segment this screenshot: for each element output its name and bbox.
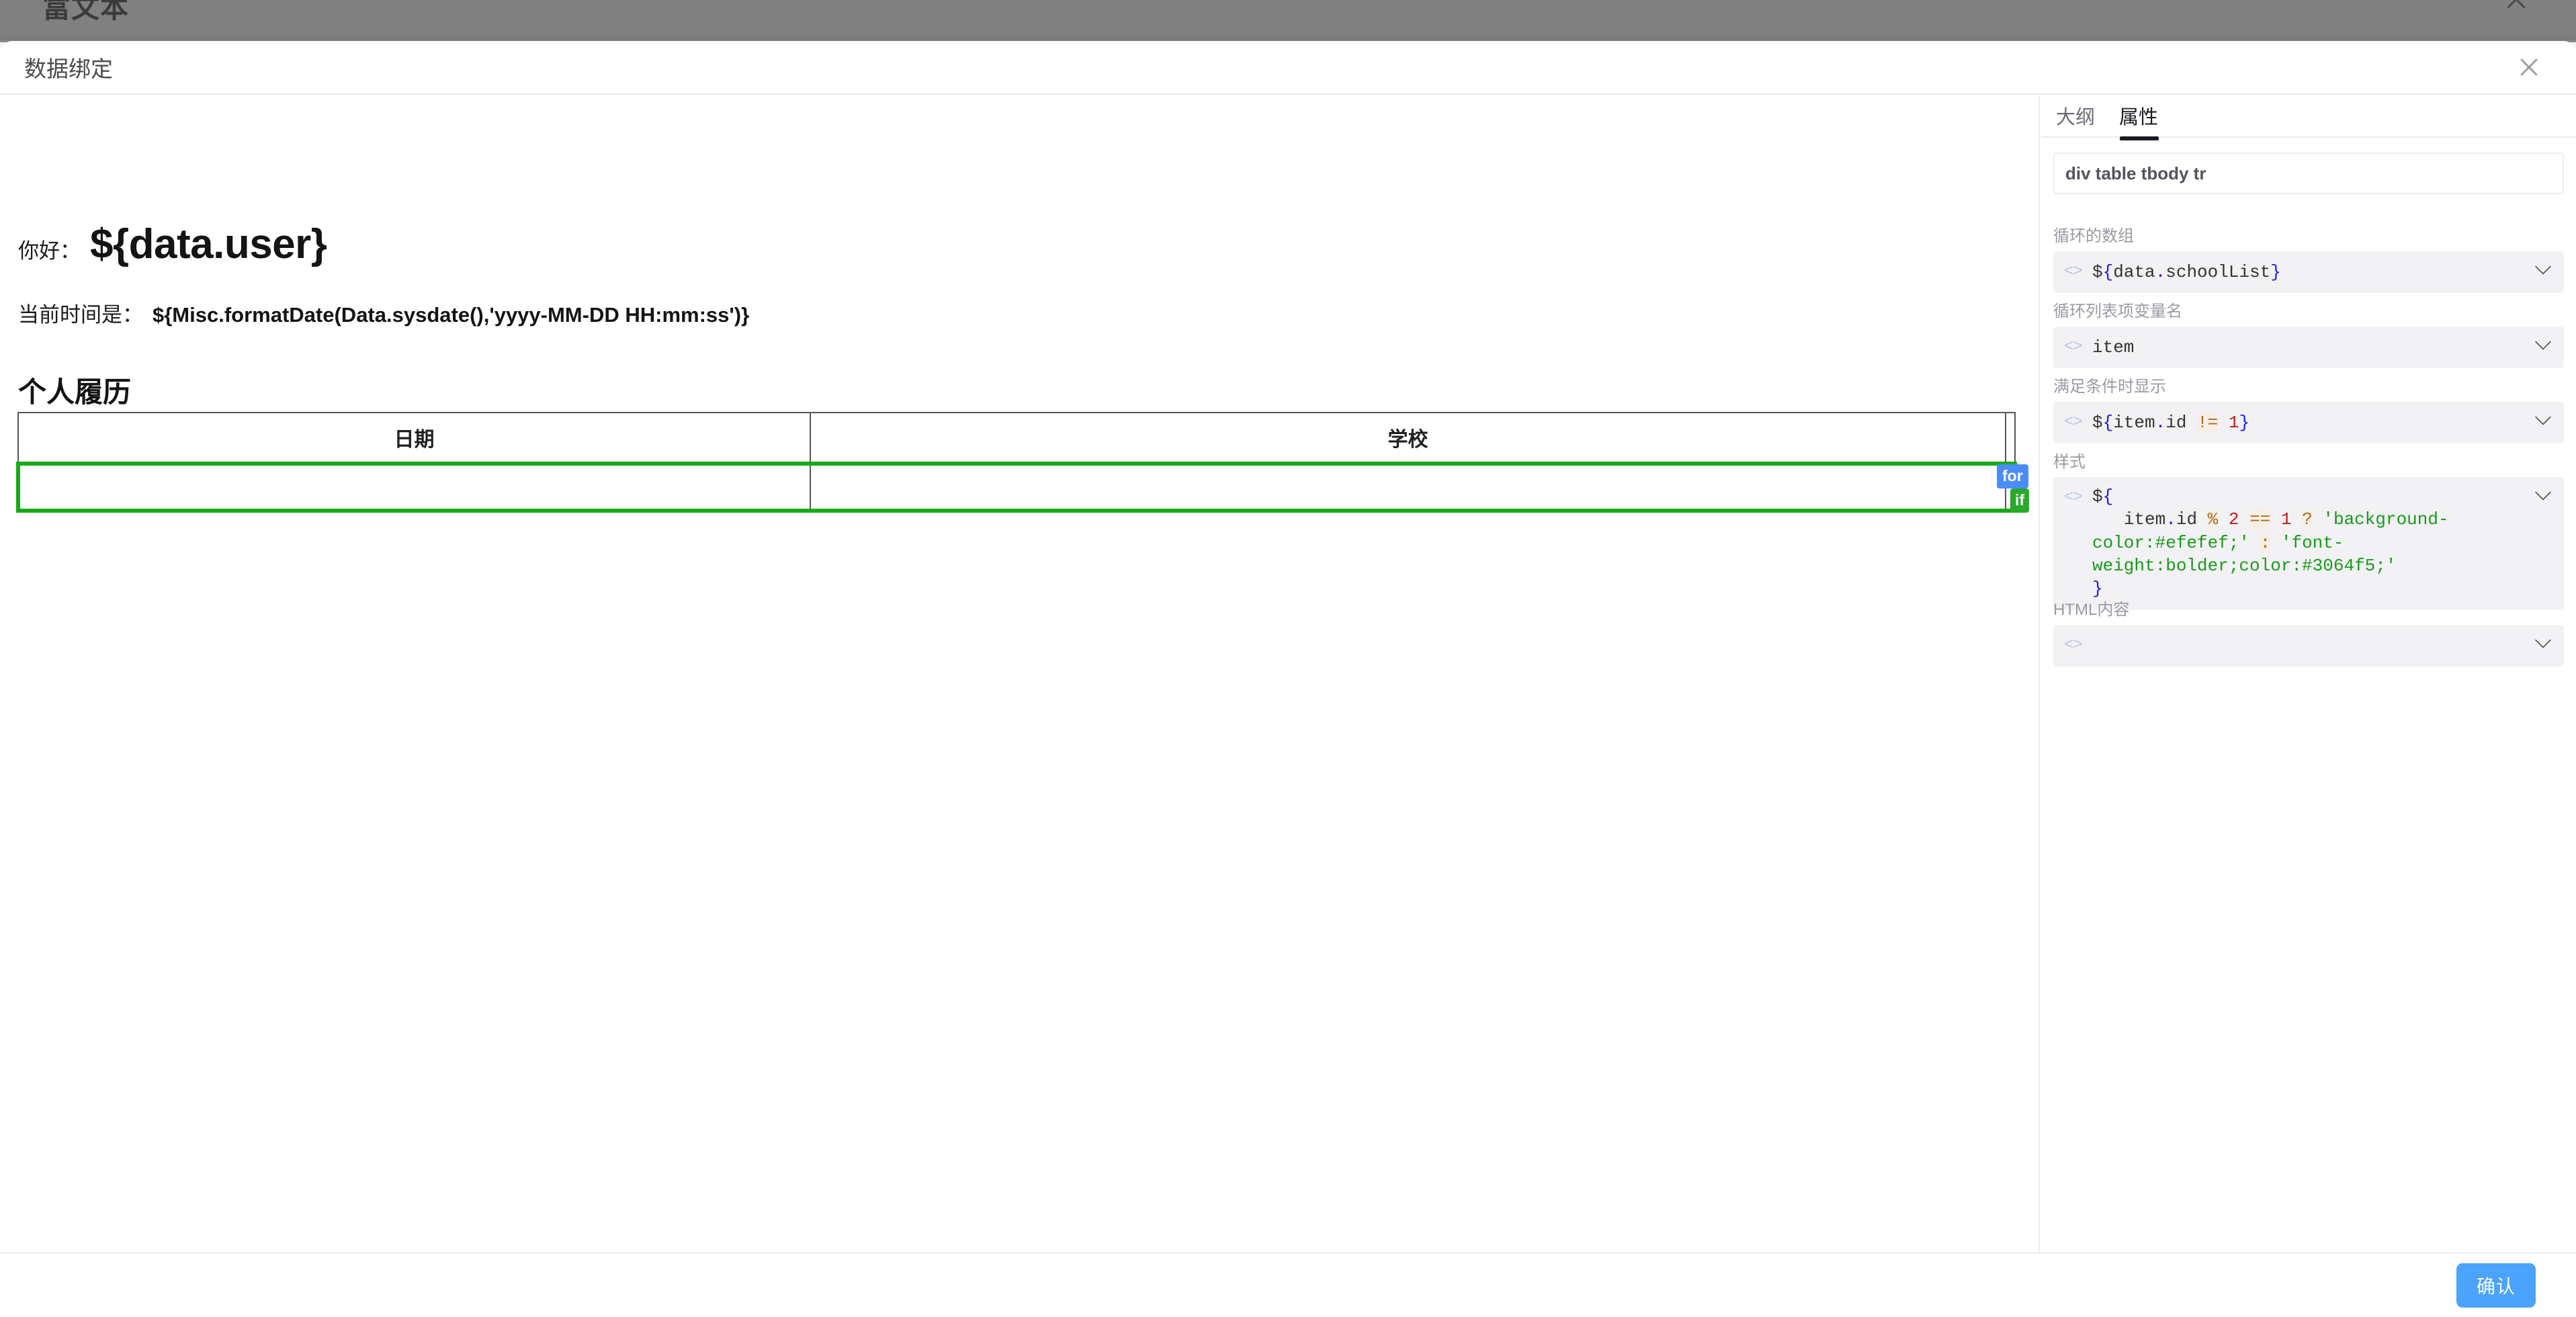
input-html-content[interactable]: <> bbox=[2053, 625, 2564, 667]
table-cell-date[interactable] bbox=[16, 462, 811, 513]
time-expression[interactable]: ${Misc.formatDate(Data.sysdate(),'yyyy-M… bbox=[153, 303, 749, 327]
background-page-title: 富文本 bbox=[42, 0, 130, 24]
value-loop-item-var: item bbox=[2092, 337, 2135, 357]
field-style: 样式 <> ${ item.id % 2 == 1 ? 'background-… bbox=[2053, 448, 2564, 610]
greeting-expression[interactable]: ${data.user} bbox=[90, 220, 327, 268]
table-header-cell-spacer bbox=[2005, 412, 2016, 464]
close-icon[interactable] bbox=[2514, 52, 2544, 82]
field-label-html-content: HTML内容 bbox=[2053, 601, 2130, 619]
field-label-loop-array: 循环的数组 bbox=[2053, 227, 2134, 245]
dialog-title: 数据绑定 bbox=[24, 56, 113, 81]
table-cell-spacer[interactable] bbox=[2005, 462, 2017, 513]
field-label-style: 样式 bbox=[2053, 453, 2086, 471]
time-label: 当前时间是： bbox=[18, 303, 143, 327]
value-condition: ${item.id != 1} bbox=[2092, 412, 2250, 433]
input-condition[interactable]: <> ${item.id != 1} bbox=[2053, 402, 2564, 443]
code-icon: <> bbox=[2064, 263, 2083, 281]
element-selector-display[interactable]: div table tbody tr bbox=[2053, 153, 2564, 194]
code-icon: <> bbox=[2064, 488, 2083, 507]
chevron-down-icon[interactable] bbox=[2534, 638, 2552, 649]
chevron-down-icon[interactable] bbox=[2534, 491, 2552, 501]
dialog-body: 你好： ${data.user} 当前时间是： ${Misc.formatDat… bbox=[0, 96, 2576, 1293]
field-condition: 满足条件时显示 <> ${item.id != 1} bbox=[2053, 373, 2564, 443]
input-loop-item-var[interactable]: <> item bbox=[2053, 327, 2564, 368]
section-title: 个人履历 bbox=[18, 376, 132, 408]
code-icon: <> bbox=[2064, 636, 2083, 654]
background-page: 富文本 bbox=[0, 0, 2576, 42]
properties-panel: 大纲 属性 div table tbody tr 循环的数组 <> ${data… bbox=[2041, 96, 2576, 1293]
value-style: ${ item.id % 2 == 1 ? 'background-color:… bbox=[2092, 486, 2449, 599]
table-row[interactable] bbox=[16, 462, 2017, 513]
dialog-footer: 确认 bbox=[0, 1252, 2576, 1317]
chevron-down-icon[interactable] bbox=[2534, 340, 2552, 351]
panel-tabs: 大纲 属性 bbox=[2041, 96, 2576, 140]
editor-canvas[interactable]: 你好： ${data.user} 当前时间是： ${Misc.formatDat… bbox=[0, 96, 2040, 1293]
table-cell-school[interactable] bbox=[810, 462, 2006, 513]
field-label-loop-item-var: 循环列表项变量名 bbox=[2053, 302, 2182, 321]
confirm-button[interactable]: 确认 bbox=[2456, 1263, 2536, 1308]
field-loop-array: 循环的数组 <> ${data.schoolList} bbox=[2053, 222, 2564, 293]
field-label-condition: 满足条件时显示 bbox=[2053, 378, 2166, 396]
resume-table[interactable]: 日期 学校 bbox=[16, 412, 2017, 513]
value-loop-array: ${data.schoolList} bbox=[2092, 261, 2281, 282]
chevron-down-icon[interactable] bbox=[2534, 415, 2552, 426]
data-binding-dialog: 数据绑定 你好： ${data.user} 当前时间是： ${Misc.form… bbox=[0, 41, 2576, 1317]
tab-outline[interactable]: 大纲 bbox=[2056, 101, 2095, 130]
close-icon[interactable] bbox=[2501, 0, 2532, 15]
panel-content: div table tbody tr 循环的数组 <> ${data.schoo… bbox=[2041, 138, 2576, 1293]
tab-properties[interactable]: 属性 bbox=[2119, 101, 2159, 140]
table-header-row: 日期 学校 bbox=[17, 412, 2016, 464]
code-icon: <> bbox=[2064, 413, 2083, 431]
field-html-content: HTML内容 <> bbox=[2053, 596, 2564, 667]
time-line: 当前时间是： ${Misc.formatDate(Data.sysdate(),… bbox=[18, 298, 749, 328]
table-header-cell-date: 日期 bbox=[17, 412, 811, 464]
code-icon: <> bbox=[2064, 338, 2083, 356]
input-loop-array[interactable]: <> ${data.schoolList} bbox=[2053, 251, 2564, 293]
dialog-header: 数据绑定 bbox=[0, 41, 2576, 95]
input-style[interactable]: <> ${ item.id % 2 == 1 ? 'background-col… bbox=[2053, 477, 2564, 610]
table-header-cell-school: 学校 bbox=[810, 412, 2006, 464]
greeting-line: 你好： ${data.user} bbox=[18, 220, 327, 268]
field-loop-item-var: 循环列表项变量名 <> item bbox=[2053, 298, 2564, 368]
greeting-label: 你好： bbox=[18, 239, 81, 263]
chevron-down-icon[interactable] bbox=[2534, 265, 2552, 275]
